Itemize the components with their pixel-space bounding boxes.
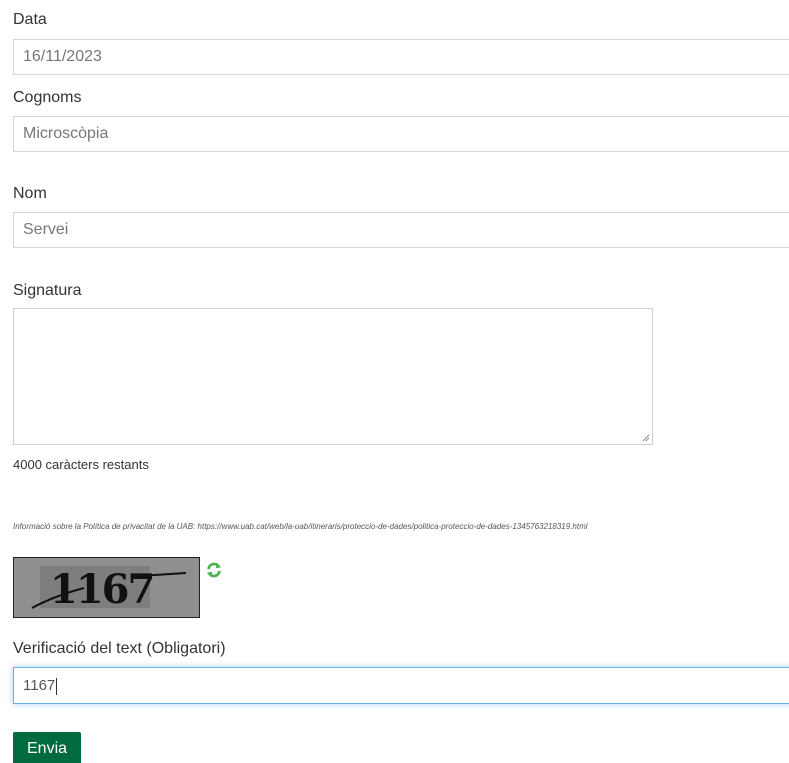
verification-value: 1167 [23,677,56,694]
resize-grip-icon[interactable] [642,434,650,442]
remaining-characters: 4000 caràcters restants [13,457,149,472]
privacy-note: Informació sobre la Política de privacit… [13,522,588,531]
captcha-image: 1167 [13,557,200,618]
surname-label: Cognoms [13,89,82,106]
text-cursor [56,677,58,695]
verification-input[interactable]: 1167 [13,667,789,704]
submit-button[interactable]: Envia [13,732,82,763]
refresh-icon[interactable] [205,561,223,579]
date-label: Data [13,11,47,28]
name-label: Nom [13,185,47,202]
surname-field[interactable]: Microscòpia [13,116,789,152]
date-field[interactable]: 16/11/2023 [13,39,789,75]
verification-label: Verificació del text (Obligatori) [13,640,226,657]
captcha-text: 1167 [50,566,153,613]
name-field[interactable]: Servei [13,212,789,248]
signature-textarea[interactable] [13,308,653,445]
signature-label: Signatura [13,282,82,299]
